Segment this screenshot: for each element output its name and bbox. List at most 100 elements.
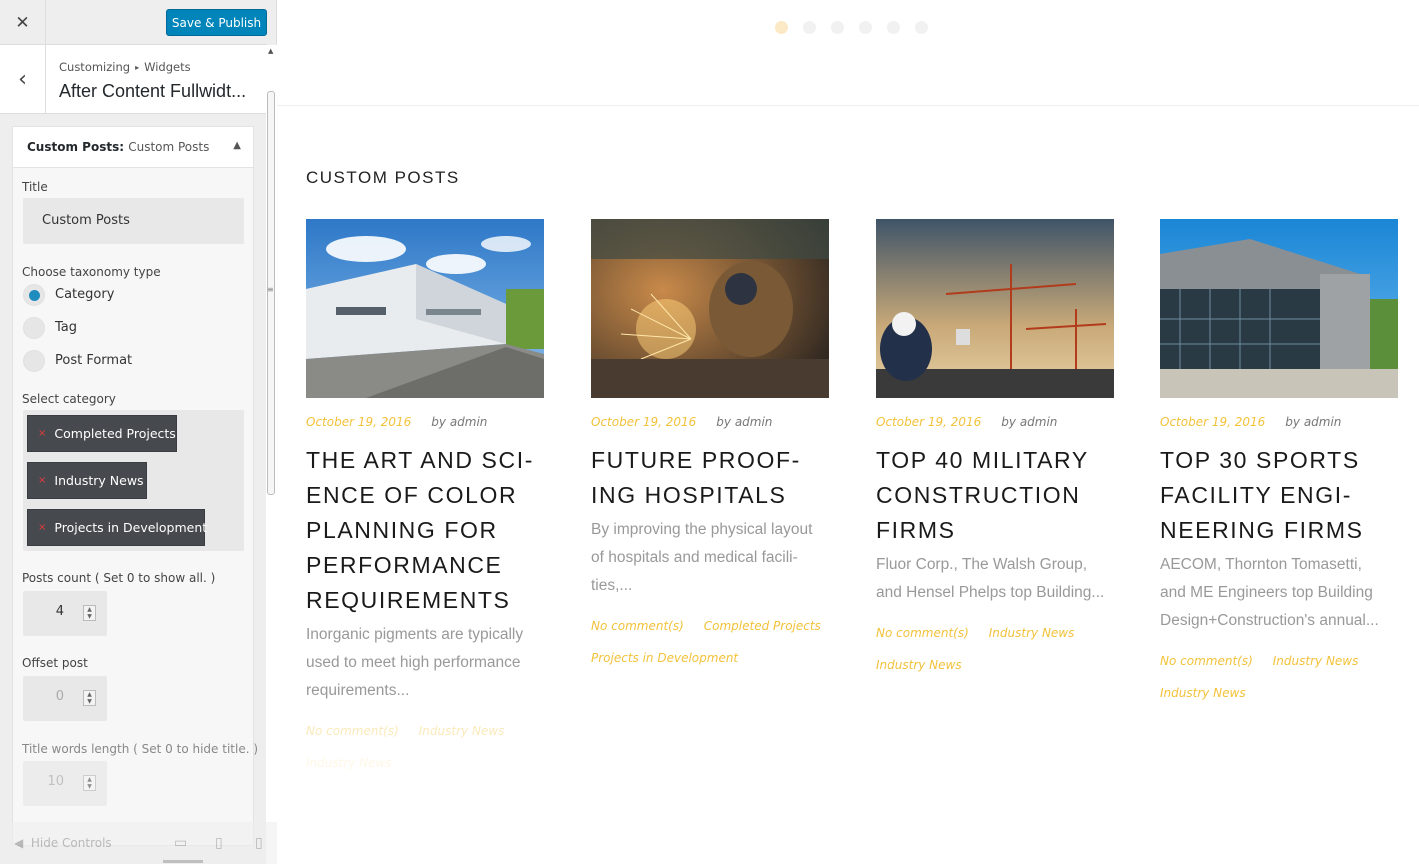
breadcrumb-arrow-icon: ▸ <box>135 63 140 72</box>
post-image[interactable] <box>876 219 1114 398</box>
post-title[interactable]: TOP 30 SPORTS FACILITY ENGI- NEERING FIR… <box>1160 443 1398 548</box>
post-comments-link[interactable]: No comment(s) <box>591 619 684 633</box>
tablet-preview-icon[interactable]: ▯ <box>215 835 223 851</box>
post-image[interactable] <box>591 219 829 398</box>
close-customizer-button[interactable]: ✕ <box>0 0 46 45</box>
title-words-label: Title words length ( Set 0 to hide title… <box>22 742 259 756</box>
post-tags: No comment(s) Completed Projects Projects… <box>591 610 829 674</box>
remove-chip-icon[interactable]: × <box>38 475 46 486</box>
excerpt-line: requirements... <box>306 682 410 699</box>
title-line: ENCE OF COLOR <box>306 482 518 508</box>
slider-dot[interactable] <box>803 21 816 34</box>
collapse-arrow-icon[interactable]: ▲ <box>233 140 241 151</box>
desktop-preview-icon[interactable]: ▭ <box>174 835 187 851</box>
excerpt-line: ties,... <box>591 577 633 594</box>
post-date[interactable]: October 19, 2016 <box>876 415 981 429</box>
stepper-arrows-icon[interactable]: ▲ ▼ <box>83 775 96 791</box>
collapse-circle-icon: ◀ <box>14 836 24 850</box>
posts-count-value: 4 <box>55 604 64 619</box>
post-date[interactable]: October 19, 2016 <box>306 415 411 429</box>
breadcrumb: Customizing ▸ Widgets <box>59 60 191 74</box>
offset-value: 0 <box>55 689 64 704</box>
post-image[interactable] <box>306 219 544 398</box>
save-publish-button[interactable]: Save & Publish <box>166 9 267 36</box>
post-title[interactable]: TOP 40 MILITARY CONSTRUCTION FIRMS <box>876 443 1114 548</box>
post-comments-link[interactable]: No comment(s) <box>876 626 969 640</box>
excerpt-line: and Hensel Phelps top Building... <box>876 584 1105 601</box>
post-tags: No comment(s) Industry News Industry News <box>306 715 544 779</box>
slider-dot[interactable] <box>887 21 900 34</box>
post-category-link[interactable]: Industry News <box>876 658 962 672</box>
chip-label: Completed Projects <box>54 426 176 441</box>
close-icon: ✕ <box>15 12 30 33</box>
title-line: NEERING FIRMS <box>1160 517 1364 543</box>
post-card: October 19, 2016 by admin THE ART AND SCI… <box>306 219 544 779</box>
excerpt-line: and ME Engineers top Building <box>1160 584 1373 601</box>
breadcrumb-item: Widgets <box>144 60 191 74</box>
chip-label: Projects in Development <box>54 520 208 535</box>
customizer-header: ✕ Save & Publish <box>0 0 267 45</box>
posts-count-input[interactable]: 4 ▲ ▼ <box>23 591 107 636</box>
post-title[interactable]: FUTURE PROOF- ING HOSPITALS <box>591 443 829 513</box>
post-category-link[interactable]: Completed Projects <box>704 619 821 633</box>
section-title: After Content Fullwidt... <box>59 81 247 101</box>
widget-instance-title: Custom Posts <box>128 140 210 154</box>
excerpt-line: AECOM, Thornton Tomasetti, <box>1160 556 1362 573</box>
title-input[interactable]: Custom Posts <box>23 198 244 244</box>
taxonomy-label: Choose taxonomy type <box>22 265 161 279</box>
excerpt-line: Design+Construction's annual... <box>1160 612 1379 629</box>
resize-grip-icon[interactable]: ≡ <box>267 285 274 294</box>
radio-tag[interactable] <box>23 317 45 339</box>
radio-post-format[interactable] <box>23 350 45 372</box>
hide-controls-label: Hide Controls <box>30 836 112 850</box>
customizer-footer: ◀ Hide Controls ▭ ▯ ▯ <box>0 822 277 864</box>
offset-input[interactable]: 0 ▲ ▼ <box>23 676 107 721</box>
slider-dot[interactable] <box>859 21 872 34</box>
title-line: FACILITY ENGI- <box>1160 482 1352 508</box>
post-category-link[interactable]: Industry News <box>419 724 505 738</box>
title-words-input[interactable]: 10 ▲ ▼ <box>23 761 107 806</box>
post-title[interactable]: THE ART AND SCI- ENCE OF COLOR PLANNING … <box>306 443 544 618</box>
site-preview: CUSTOM POSTS October 19, 2016 by admin TH… <box>277 0 1419 864</box>
post-author[interactable]: by admin <box>431 415 487 429</box>
slider-dot[interactable] <box>775 21 788 34</box>
radio-category[interactable] <box>23 284 45 306</box>
post-date[interactable]: October 19, 2016 <box>591 415 696 429</box>
remove-chip-icon[interactable]: × <box>38 428 46 439</box>
title-line: THE ART AND SCI- <box>306 447 534 473</box>
excerpt-line: Fluor Corp., The Walsh Group, <box>876 556 1088 573</box>
post-author[interactable]: by admin <box>716 415 772 429</box>
post-date[interactable]: October 19, 2016 <box>1160 415 1265 429</box>
category-chip: × Industry News <box>27 462 147 499</box>
widget-header[interactable]: Custom Posts: Custom Posts ▲ <box>13 127 253 168</box>
stepper-arrows-icon[interactable]: ▲ ▼ <box>83 605 96 621</box>
post-category-link[interactable]: Industry News <box>306 756 392 770</box>
stepper-arrows-icon[interactable]: ▲ ▼ <box>83 690 96 706</box>
mobile-preview-icon[interactable]: ▯ <box>255 835 263 851</box>
post-image[interactable] <box>1160 219 1398 398</box>
post-author[interactable]: by admin <box>1285 415 1341 429</box>
post-category-link[interactable]: Industry News <box>1273 654 1359 668</box>
remove-chip-icon[interactable]: × <box>38 522 46 533</box>
scroll-up-arrow-icon[interactable]: ▲ <box>268 47 273 55</box>
radio-category-label: Category <box>55 287 115 302</box>
radio-tag-label: Tag <box>55 320 78 335</box>
cranes-image <box>876 219 1114 398</box>
slider-dot[interactable] <box>915 21 928 34</box>
widget-title: Custom Posts: Custom Posts <box>27 140 209 154</box>
post-comments-link[interactable]: No comment(s) <box>306 724 399 738</box>
post-category-link[interactable]: Industry News <box>989 626 1075 640</box>
excerpt-line: Inorganic pigments are typically <box>306 626 524 643</box>
post-category-link[interactable]: Industry News <box>1160 686 1246 700</box>
post-excerpt: Inorganic pigments are typically used to… <box>306 621 544 705</box>
posts-count-label: Posts count ( Set 0 to show all. ) <box>22 571 216 585</box>
post-comments-link[interactable]: No comment(s) <box>1160 654 1253 668</box>
slider-dot[interactable] <box>831 21 844 34</box>
category-chip: × Projects in Development <box>27 509 208 546</box>
post-excerpt: Fluor Corp., The Walsh Group, and Hensel… <box>876 551 1114 607</box>
post-author[interactable]: by admin <box>1001 415 1057 429</box>
post-category-link[interactable]: Projects in Development <box>591 651 738 665</box>
hide-controls-button[interactable]: ◀ Hide Controls <box>14 836 112 850</box>
panel-scrollbar[interactable]: ▲ ≡ <box>266 45 277 864</box>
back-button[interactable]: ‹ <box>0 45 46 114</box>
